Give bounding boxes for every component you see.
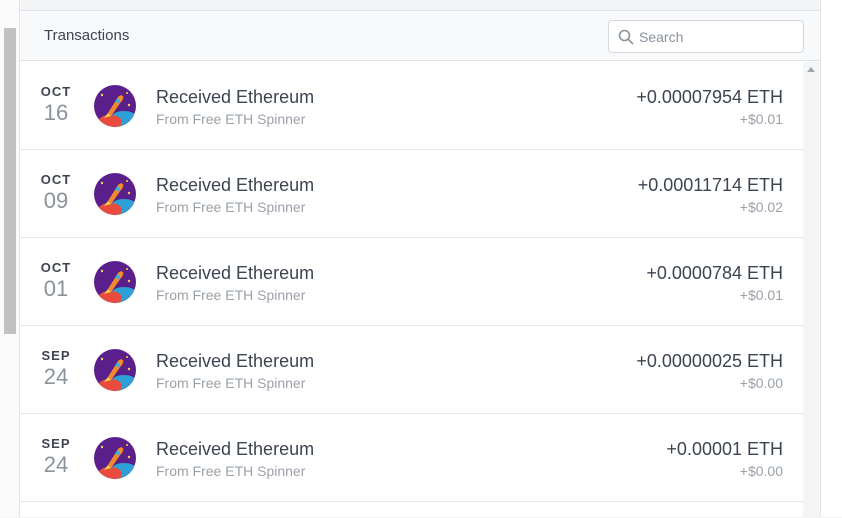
transaction-month: SEP xyxy=(41,436,71,451)
transaction-title: Received Ethereum xyxy=(156,263,315,283)
rocket-app-icon xyxy=(94,349,136,391)
transaction-month: OCT xyxy=(40,84,72,99)
transaction-row[interactable]: OCT 16 Received Ethereum From Free ETH S… xyxy=(20,62,803,150)
transaction-row[interactable]: OCT 01 Received Ethereum From Free ETH S… xyxy=(20,238,803,326)
outer-scrollbar[interactable] xyxy=(0,0,20,517)
transaction-day: 01 xyxy=(43,276,69,301)
transactions-panel: Transactions OCT 16 xyxy=(20,10,820,518)
transaction-fiat-value: +$0.02 xyxy=(739,199,783,215)
transaction-amount: +0.00007954 ETH xyxy=(636,87,783,107)
transaction-fiat-value: +$0.00 xyxy=(739,463,783,479)
search-input[interactable] xyxy=(639,21,799,52)
transaction-month: SEP xyxy=(41,348,71,363)
transaction-date: OCT 09 xyxy=(28,172,84,214)
panel-header: Transactions xyxy=(20,11,820,61)
transaction-day: 16 xyxy=(43,100,69,125)
transaction-source: From Free ETH Spinner xyxy=(156,111,306,127)
transaction-list: OCT 16 Received Ethereum From Free ETH S… xyxy=(20,62,803,518)
scroll-up-arrow-icon[interactable] xyxy=(807,67,815,72)
transaction-amount: +0.00011714 ETH xyxy=(637,175,783,195)
transaction-row[interactable]: OCT 09 Received Ethereum From Free ETH S… xyxy=(20,150,803,238)
transaction-date: SEP 24 xyxy=(28,348,84,390)
rocket-app-icon xyxy=(94,261,136,303)
transaction-title: Received Ethereum xyxy=(156,439,315,459)
transaction-row[interactable]: SEP 24 Received Ethereum From Free ETH S… xyxy=(20,414,803,502)
transaction-date: OCT 16 xyxy=(28,84,84,126)
transaction-source: From Free ETH Spinner xyxy=(156,375,306,391)
transaction-title: Received Ethereum xyxy=(156,351,315,371)
transaction-fiat-value: +$0.01 xyxy=(739,111,783,127)
transaction-row[interactable]: SEP 24 Received Ethereum From Free ETH S… xyxy=(20,326,803,414)
right-gutter xyxy=(820,0,842,517)
panel-title: Transactions xyxy=(44,27,130,44)
transaction-amount: +0.00000025 ETH xyxy=(636,351,783,371)
transaction-source: From Free ETH Spinner xyxy=(156,287,306,303)
transaction-date: OCT 01 xyxy=(28,260,84,302)
list-scrollbar[interactable] xyxy=(803,62,820,518)
transaction-fiat-value: +$0.01 xyxy=(739,287,783,303)
transaction-date: SEP 24 xyxy=(28,436,84,478)
rocket-app-icon xyxy=(94,85,136,127)
search-icon xyxy=(618,29,634,45)
transaction-amount: +0.0000784 ETH xyxy=(646,263,783,283)
outer-scrollbar-thumb[interactable] xyxy=(4,28,16,334)
transaction-month: OCT xyxy=(40,172,72,187)
transaction-source: From Free ETH Spinner xyxy=(156,463,306,479)
search-box[interactable] xyxy=(608,20,804,53)
rocket-app-icon xyxy=(94,437,136,479)
transaction-title: Received Ethereum xyxy=(156,175,315,195)
transaction-amount: +0.00001 ETH xyxy=(666,439,783,459)
transaction-month: OCT xyxy=(40,260,72,275)
transaction-day: 24 xyxy=(43,364,69,389)
transaction-title: Received Ethereum xyxy=(156,87,315,107)
transaction-day: 09 xyxy=(43,188,69,213)
transaction-fiat-value: +$0.00 xyxy=(739,375,783,391)
rocket-app-icon xyxy=(94,173,136,215)
transaction-day: 24 xyxy=(43,452,69,477)
transaction-source: From Free ETH Spinner xyxy=(156,199,306,215)
